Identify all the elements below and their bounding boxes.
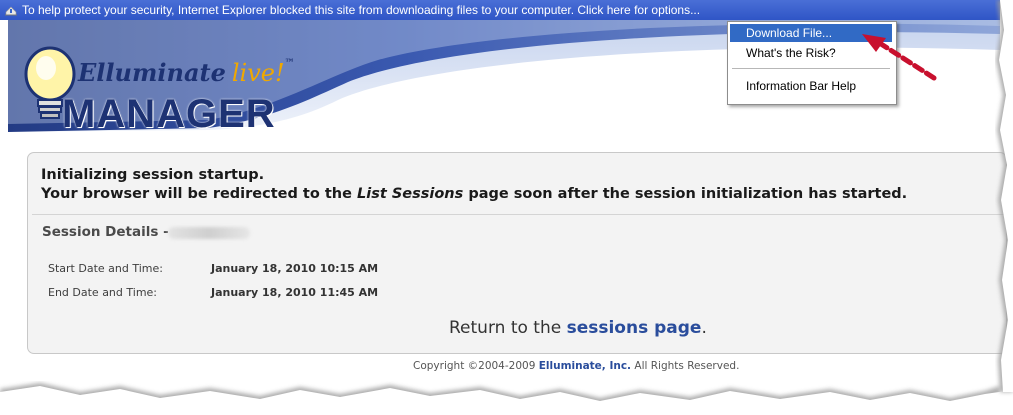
brand-name: Elluminate live!™ (78, 58, 295, 87)
end-time-value: January 18, 2010 11:45 AM (211, 286, 379, 299)
status-line-1: Initializing session startup. (41, 167, 265, 183)
sessions-page-link[interactable]: sessions page (567, 318, 702, 338)
copyright-post: All Rights Reserved. (631, 360, 740, 372)
status-line-2-post: page soon after the session initializati… (463, 186, 908, 202)
information-bar-message[interactable]: To help protect your security, Internet … (22, 0, 700, 20)
divider (32, 214, 1006, 215)
redacted-session-name (168, 227, 250, 239)
status-line-2-pre: Your browser will be redirected to the (41, 186, 358, 202)
red-arrow-annotation-icon (862, 34, 937, 81)
shield-icon (5, 6, 17, 16)
return-text-pre: Return to the (449, 318, 567, 338)
brand-live: live! (231, 59, 285, 87)
product-name: MANAGER (62, 92, 276, 136)
brand-elluminate: Elluminate (78, 58, 226, 87)
information-bar[interactable]: To help protect your security, Internet … (0, 0, 1000, 20)
session-details-label: Session Details - (42, 224, 169, 240)
copyright-notice: Copyright ©2004-2009 Elluminate, Inc. Al… (413, 360, 739, 372)
copyright-pre: Copyright ©2004-2009 (413, 360, 539, 372)
elluminate-live-manager-logo: Elluminate live!™ MANAGER (22, 44, 295, 136)
end-time-label: End Date and Time: (48, 286, 158, 299)
company-name[interactable]: Elluminate, Inc. (539, 360, 631, 372)
start-time-label: Start Date and Time: (48, 262, 163, 275)
return-text-post: . (701, 318, 707, 338)
brand-trademark: ™ (284, 58, 295, 69)
session-startup-panel: Initializing session startup. Your brows… (27, 152, 1007, 354)
status-line-2: Your browser will be redirected to the L… (41, 186, 907, 202)
return-to-sessions: Return to the sessions page. (449, 318, 707, 338)
status-line-2-emphasis: List Sessions (357, 186, 464, 202)
start-time-value: January 18, 2010 10:15 AM (211, 262, 379, 275)
